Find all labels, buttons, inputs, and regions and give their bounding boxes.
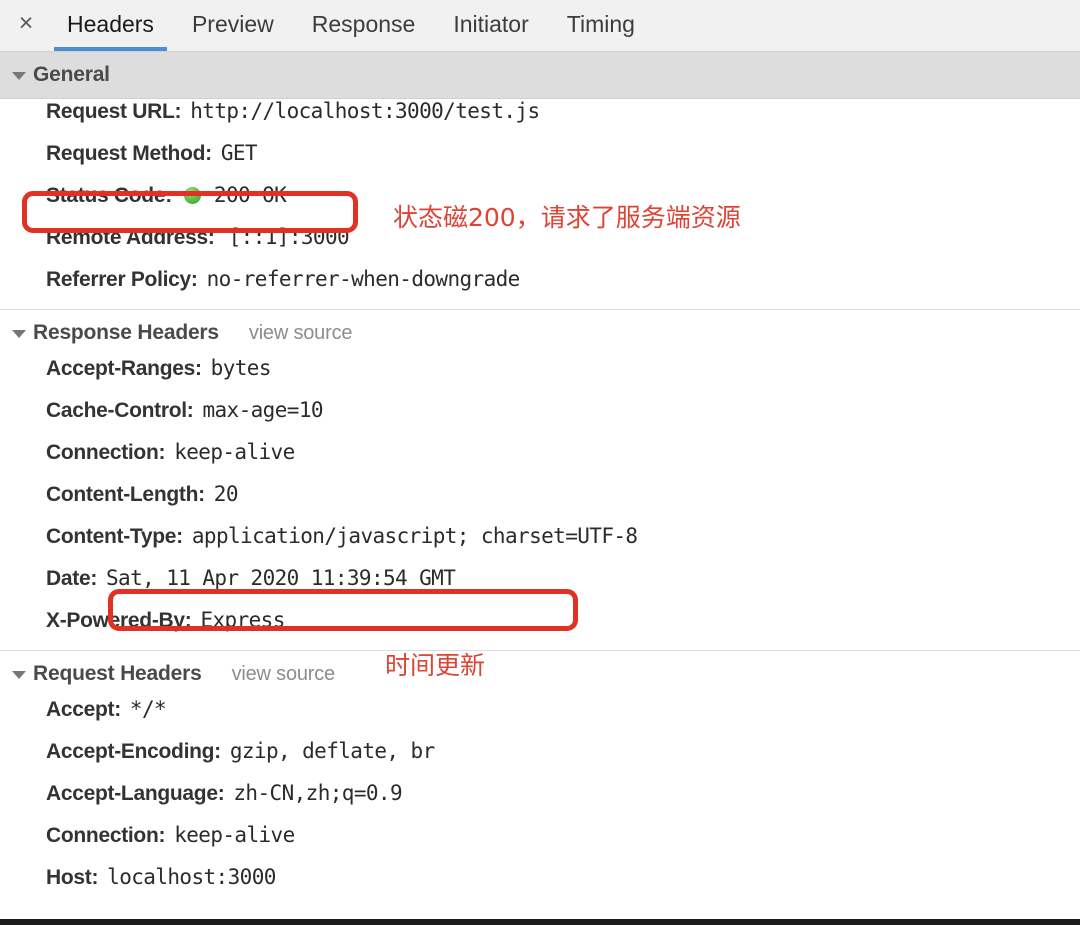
header-value: max-age=10 bbox=[202, 398, 323, 422]
tab-headers[interactable]: Headers bbox=[48, 0, 173, 51]
header-value: Express bbox=[200, 608, 285, 632]
header-name: Accept-Language: bbox=[46, 782, 225, 805]
header-name: Content-Type: bbox=[46, 525, 183, 548]
tab-initiator-label: Initiator bbox=[453, 10, 529, 37]
status-ok-icon bbox=[183, 187, 201, 204]
header-row-connection-request: Connection: keep-alive bbox=[0, 823, 1080, 865]
tab-response-label: Response bbox=[311, 10, 416, 37]
devtools-headers-panel: × Headers Preview Response Initiator Tim… bbox=[0, 0, 1080, 925]
header-row-connection-response: Connection: keep-alive bbox=[0, 440, 1080, 482]
tab-preview-label: Preview bbox=[191, 10, 274, 37]
header-name: Accept: bbox=[46, 698, 121, 721]
header-name: Accept-Ranges: bbox=[46, 357, 202, 380]
tab-headers-label: Headers bbox=[67, 10, 154, 37]
header-value: [::1]:3000 bbox=[228, 225, 350, 249]
section-title-general: General bbox=[33, 63, 110, 86]
header-name: Status Code: bbox=[46, 184, 172, 207]
header-row-request-method: Request Method: GET bbox=[0, 141, 1080, 183]
tab-initiator[interactable]: Initiator bbox=[434, 0, 547, 51]
tab-timing[interactable]: Timing bbox=[548, 0, 654, 51]
header-value: localhost:3000 bbox=[107, 865, 276, 889]
header-value: GET bbox=[220, 141, 258, 165]
header-name: Cache-Control: bbox=[46, 399, 194, 422]
header-row-request-url: Request URL: http://localhost:3000/test.… bbox=[0, 99, 1080, 141]
header-name: Request URL: bbox=[46, 100, 182, 123]
header-name: Connection: bbox=[46, 824, 166, 847]
tab-response[interactable]: Response bbox=[293, 0, 435, 51]
section-title-request-headers: Request Headers bbox=[33, 662, 202, 685]
header-row-referrer-policy: Referrer Policy: no-referrer-when-downgr… bbox=[0, 267, 1080, 309]
section-title-response-headers: Response Headers bbox=[33, 321, 219, 344]
view-source-link-request[interactable]: view source bbox=[232, 663, 336, 686]
header-row-x-powered-by: X-Powered-By: Express bbox=[0, 608, 1080, 650]
header-row-accept-encoding: Accept-Encoding: gzip, deflate, br bbox=[0, 739, 1080, 781]
view-source-link-response[interactable]: view source bbox=[249, 322, 353, 345]
header-value: http://localhost:3000/test.js bbox=[190, 99, 540, 123]
header-value: zh-CN,zh;q=0.9 bbox=[233, 781, 402, 805]
chevron-down-icon bbox=[12, 330, 26, 338]
chevron-down-icon bbox=[12, 671, 26, 679]
header-value: keep-alive bbox=[174, 823, 295, 847]
annotation-date-note: 时间更新 bbox=[385, 651, 486, 680]
header-row-cache-control: Cache-Control: max-age=10 bbox=[0, 398, 1080, 440]
header-name: Request Method: bbox=[46, 142, 212, 165]
close-icon[interactable]: × bbox=[4, 0, 48, 51]
section-header-request-headers[interactable]: Request Headers view source bbox=[0, 650, 1080, 697]
header-value: */* bbox=[129, 697, 167, 721]
header-name: Connection: bbox=[46, 441, 166, 464]
section-header-response-headers[interactable]: Response Headers view source bbox=[0, 309, 1080, 356]
header-value: 200 OK bbox=[213, 183, 287, 207]
header-name: Referrer Policy: bbox=[46, 268, 198, 291]
header-value: bytes bbox=[210, 356, 272, 380]
header-row-accept: Accept: */* bbox=[0, 697, 1080, 739]
chevron-down-icon bbox=[12, 72, 26, 80]
viewport-bottom-edge bbox=[0, 919, 1080, 925]
response-headers-rows: Accept-Ranges: bytes Cache-Control: max-… bbox=[0, 356, 1080, 650]
header-row-accept-language: Accept-Language: zh-CN,zh;q=0.9 bbox=[0, 781, 1080, 823]
header-row-date: Date: Sat, 11 Apr 2020 11:39:54 GMT bbox=[0, 566, 1080, 608]
header-name: X-Powered-By: bbox=[46, 609, 192, 632]
devtools-tabbar: × Headers Preview Response Initiator Tim… bbox=[0, 0, 1080, 52]
header-value: 20 bbox=[213, 482, 239, 506]
header-value: keep-alive bbox=[174, 440, 295, 464]
header-name: Host: bbox=[46, 866, 99, 889]
header-row-accept-ranges: Accept-Ranges: bytes bbox=[0, 356, 1080, 398]
tab-preview[interactable]: Preview bbox=[173, 0, 293, 51]
header-name: Accept-Encoding: bbox=[46, 740, 221, 763]
section-header-general[interactable]: General bbox=[0, 52, 1080, 99]
header-value: Sat, 11 Apr 2020 11:39:54 GMT bbox=[106, 566, 456, 590]
header-value: no-referrer-when-downgrade bbox=[206, 267, 521, 291]
header-row-content-type: Content-Type: application/javascript; ch… bbox=[0, 524, 1080, 566]
request-headers-rows: Accept: */* Accept-Encoding: gzip, defla… bbox=[0, 697, 1080, 907]
header-value: application/javascript; charset=UTF-8 bbox=[191, 524, 638, 548]
header-value: gzip, deflate, br bbox=[229, 739, 435, 763]
annotation-status-note: 状态磁200，请求了服务端资源 bbox=[393, 203, 741, 232]
header-row-host: Host: localhost:3000 bbox=[0, 865, 1080, 907]
header-name: Date: bbox=[46, 567, 98, 590]
tab-timing-label: Timing bbox=[566, 10, 635, 37]
header-row-content-length: Content-Length: 20 bbox=[0, 482, 1080, 524]
header-name: Content-Length: bbox=[46, 483, 205, 506]
header-name: Remote Address: bbox=[46, 226, 215, 249]
